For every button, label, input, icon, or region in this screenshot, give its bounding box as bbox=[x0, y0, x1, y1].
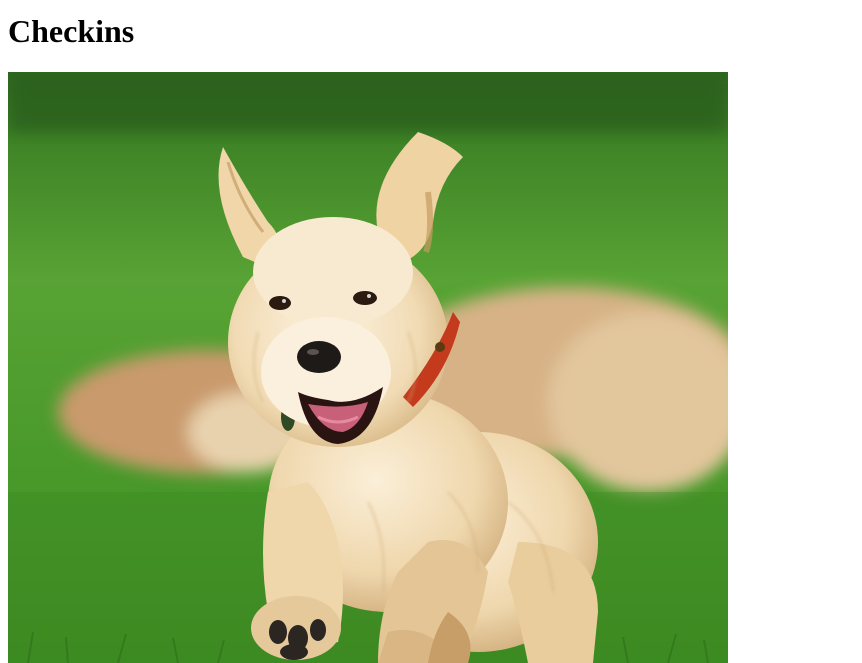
page-title: Checkins bbox=[8, 13, 135, 49]
puppy-photo bbox=[8, 72, 728, 663]
